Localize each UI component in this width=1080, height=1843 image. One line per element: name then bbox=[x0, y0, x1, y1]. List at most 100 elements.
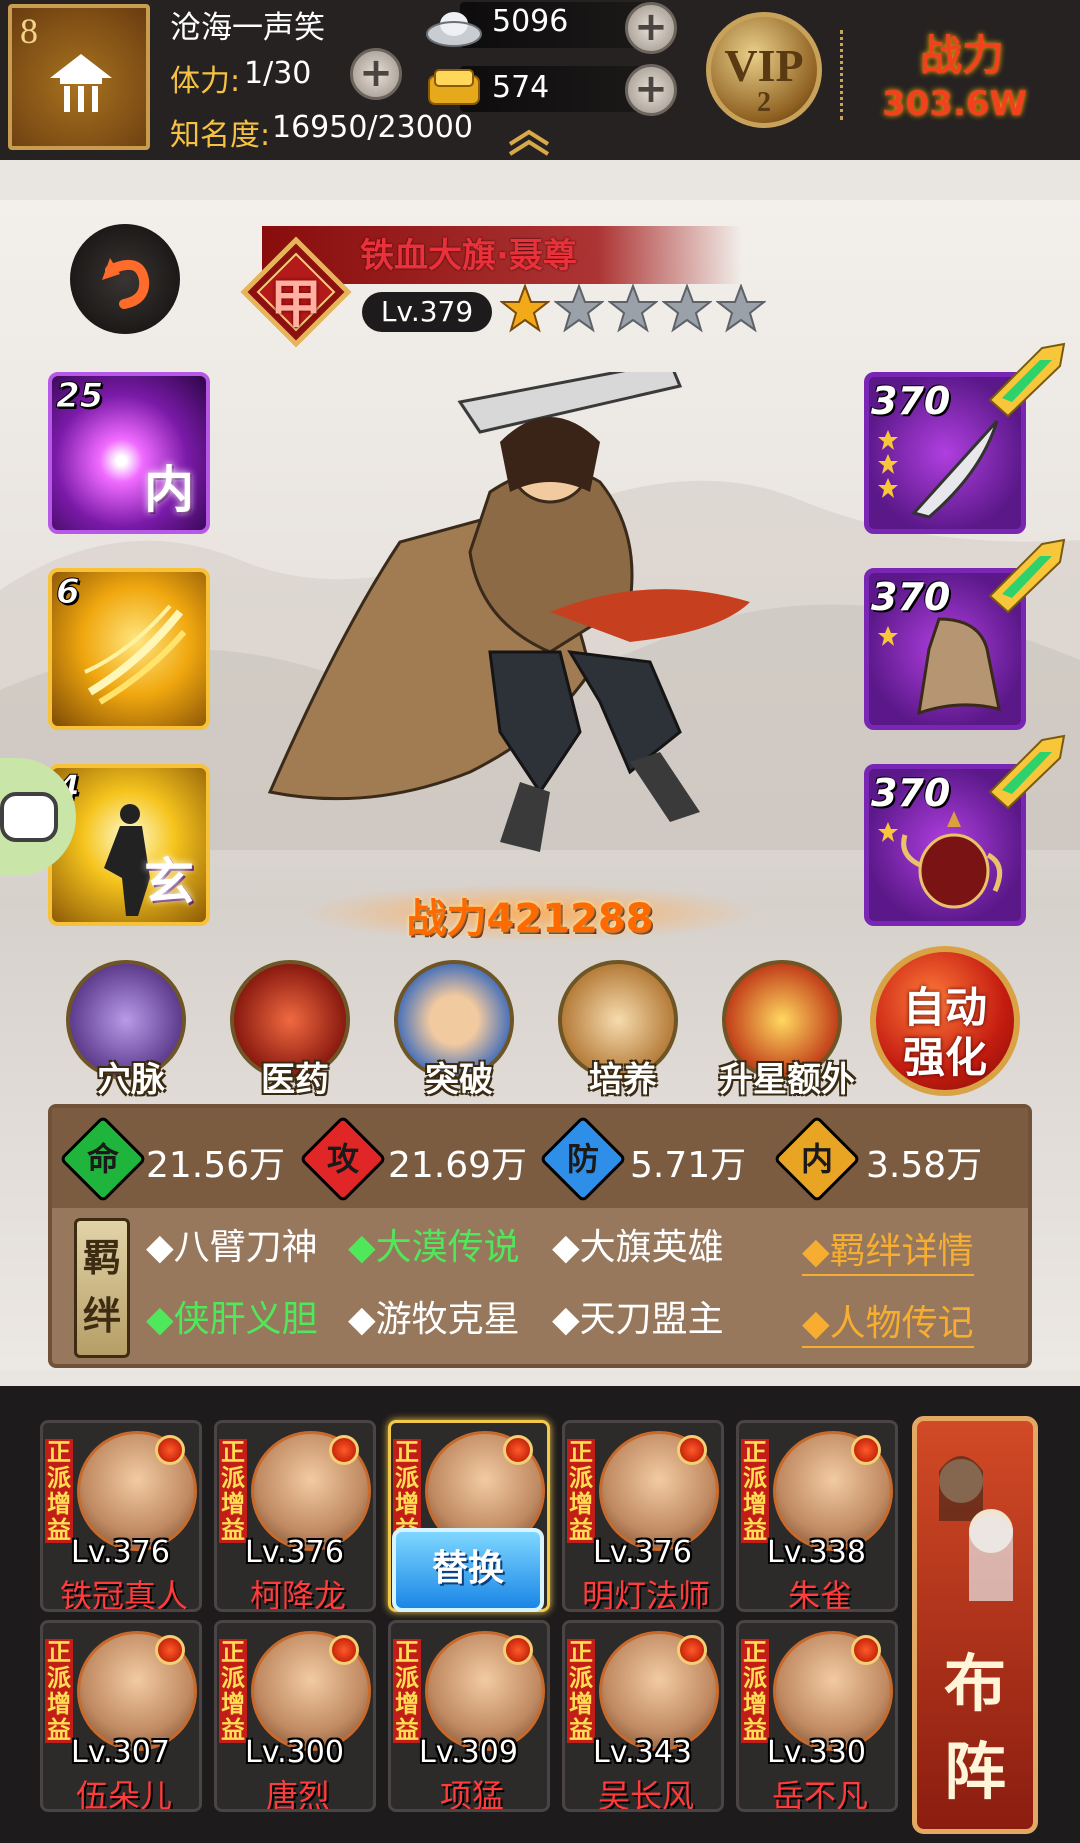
notification-dot-icon bbox=[677, 1435, 707, 1465]
roster-grid: 正派增益Lv.376铁冠真人正派增益Lv.376柯降龙正派增益正派增益Lv.37… bbox=[40, 1420, 910, 1820]
roster-hero-level: Lv.376 bbox=[245, 1535, 344, 1570]
star-up-extra-button[interactable]: 升星额外 bbox=[712, 960, 862, 1110]
teapot-icon bbox=[901, 811, 1003, 909]
divider bbox=[840, 30, 848, 120]
roster-hero-slot[interactable]: 正派增益 Lv.343 吴长风 bbox=[562, 1620, 724, 1812]
meridian-button[interactable]: 穴脉 bbox=[56, 960, 206, 1110]
bond-item: ◆游牧克星 bbox=[348, 1299, 520, 1340]
star-empty-icon bbox=[554, 284, 604, 333]
notification-dot-icon bbox=[503, 1435, 533, 1465]
medicine-button[interactable]: 医药 bbox=[220, 960, 370, 1110]
faction-buff-tag: 正派增益 bbox=[567, 1638, 595, 1744]
faction-buff-tag: 正派增益 bbox=[45, 1638, 73, 1744]
roster-hero-name: 明灯法师 bbox=[581, 1577, 710, 1612]
formation-line1: 布 bbox=[943, 1647, 1006, 1720]
biography-link[interactable]: ◆人物传记 bbox=[802, 1294, 974, 1348]
roster-hero-name: 吴长风 bbox=[597, 1777, 694, 1812]
roster-hero-slot[interactable]: 正派增益 Lv.338 朱雀 bbox=[736, 1420, 898, 1612]
faction-buff-tag: 正派增益 bbox=[741, 1638, 769, 1744]
inner-stat-value: 3.58万 bbox=[866, 1145, 983, 1186]
star-filled-icon bbox=[878, 822, 898, 842]
star-empty-icon bbox=[716, 284, 766, 333]
health-stat-value: 21.56万 bbox=[146, 1145, 286, 1186]
upgrade-arrow-icon[interactable] bbox=[982, 732, 1072, 812]
roster-hero-slot[interactable]: 正派增益 Lv.307 伍朵儿 bbox=[40, 1620, 202, 1812]
star-filled-icon bbox=[878, 430, 898, 450]
star-empty-icon bbox=[662, 284, 712, 333]
roster-hero-slot[interactable]: 正派增益 Lv.309 项猛 bbox=[388, 1620, 550, 1812]
skill-slot-1[interactable]: 25 内 bbox=[48, 372, 210, 534]
roster-hero-slot[interactable]: 正派增益 Lv.376 铁冠真人 bbox=[40, 1420, 202, 1612]
auto-strengthen-line2: 强化 bbox=[902, 1033, 987, 1082]
bond-tag-char: 绊 bbox=[82, 1294, 121, 1338]
roster-hero-name: 铁冠真人 bbox=[59, 1577, 188, 1612]
attack-stat-value: 21.69万 bbox=[388, 1145, 528, 1186]
roster-hero-level: Lv.343 bbox=[593, 1735, 692, 1770]
hero-name: 铁血大旗·聂尊 bbox=[360, 236, 577, 276]
roster-hero-level: Lv.376 bbox=[71, 1535, 170, 1570]
add-gold-button[interactable]: + bbox=[625, 64, 677, 116]
roster-hero-slot[interactable]: 正派增益 Lv.376 柯降龙 bbox=[214, 1420, 376, 1612]
function-label: 穴脉 bbox=[97, 1060, 165, 1100]
add-stamina-button[interactable]: + bbox=[350, 48, 402, 100]
formation-button[interactable]: 布 阵 bbox=[912, 1416, 1038, 1834]
fame-label: 知名度: bbox=[170, 118, 271, 153]
notification-dot-icon bbox=[851, 1435, 881, 1465]
return-arrow-icon bbox=[102, 258, 150, 309]
gamepad-icon bbox=[0, 792, 58, 842]
skill-glyph: 玄 bbox=[144, 853, 194, 911]
faction-buff-tag: 正派增益 bbox=[45, 1438, 73, 1544]
upgrade-arrow-icon[interactable] bbox=[982, 340, 1072, 420]
notification-dot-icon bbox=[155, 1635, 185, 1665]
notification-dot-icon bbox=[851, 1635, 881, 1665]
skill-slot-2[interactable]: 6 bbox=[48, 568, 210, 730]
notification-dot-icon bbox=[329, 1635, 359, 1665]
star-empty-icon bbox=[608, 284, 658, 333]
formation-line2: 阵 bbox=[943, 1735, 1006, 1808]
function-label: 升星额外 bbox=[719, 1060, 855, 1100]
function-label: 培养 bbox=[589, 1060, 657, 1100]
stat-glyph: 防 bbox=[566, 1140, 599, 1178]
breakthrough-button[interactable]: 突破 bbox=[384, 960, 534, 1110]
stamina-value: 1/30 bbox=[244, 56, 312, 91]
skill-slot-3[interactable]: 4 玄 bbox=[48, 764, 210, 926]
equip-level: 370 bbox=[871, 771, 951, 815]
bond-item: ◆大旗英雄 bbox=[552, 1227, 724, 1268]
roster-hero-level: Lv.309 bbox=[419, 1735, 518, 1770]
roster-hero-name: 伍朵儿 bbox=[75, 1777, 172, 1812]
roster-hero-slot[interactable]: 正派增益 Lv.376 明灯法师 bbox=[562, 1420, 724, 1612]
vip-badge[interactable]: VIP 2 bbox=[706, 12, 822, 128]
hero-power: 战力421288 bbox=[406, 896, 654, 942]
cultivate-button[interactable]: 培养 bbox=[548, 960, 698, 1110]
bond-item: ◆侠肝义胆 bbox=[146, 1299, 318, 1340]
blade-icon bbox=[911, 419, 999, 519]
notification-dot-icon bbox=[329, 1435, 359, 1465]
auto-strengthen-button[interactable]: 自动 强化 bbox=[870, 946, 1020, 1096]
add-silver-button[interactable]: + bbox=[625, 2, 677, 54]
player-avatar[interactable]: 8 bbox=[8, 4, 150, 150]
stat-glyph: 内 bbox=[800, 1140, 833, 1178]
roster-hero-level: Lv.338 bbox=[767, 1535, 866, 1570]
roster-hero-level: Lv.307 bbox=[71, 1735, 170, 1770]
star-filled-icon bbox=[878, 454, 898, 474]
hero-level: Lv.379 bbox=[362, 292, 492, 332]
faction-buff-tag: 正派增益 bbox=[741, 1438, 769, 1544]
bond-details-link[interactable]: ◆羁绊详情 bbox=[802, 1222, 974, 1276]
player-level: 8 bbox=[20, 11, 38, 51]
player-name: 沧海一声笑 bbox=[170, 10, 325, 46]
chevron-up-icon[interactable] bbox=[506, 126, 552, 156]
roster-hero-name: 岳不凡 bbox=[771, 1777, 868, 1812]
roster-hero-slot[interactable]: 正派增益 Lv.300 唐烈 bbox=[214, 1620, 376, 1812]
upgrade-arrow-icon[interactable] bbox=[982, 536, 1072, 616]
star-rating bbox=[500, 282, 770, 336]
back-button[interactable] bbox=[70, 224, 180, 334]
rank-glyph: 甲 bbox=[269, 275, 322, 335]
total-power-value: 303.6W bbox=[882, 84, 1028, 124]
faction-buff-tag: 正派增益 bbox=[393, 1638, 421, 1744]
replace-button[interactable]: 替换 bbox=[392, 1528, 544, 1612]
bond-item: ◆八臂刀神 bbox=[146, 1227, 318, 1268]
vip-label: VIP bbox=[724, 40, 804, 91]
roster-hero-slot[interactable]: 正派增益 Lv.330 岳不凡 bbox=[736, 1620, 898, 1812]
total-power-label: 战力 bbox=[920, 31, 1005, 80]
stat-glyph: 攻 bbox=[326, 1140, 359, 1178]
